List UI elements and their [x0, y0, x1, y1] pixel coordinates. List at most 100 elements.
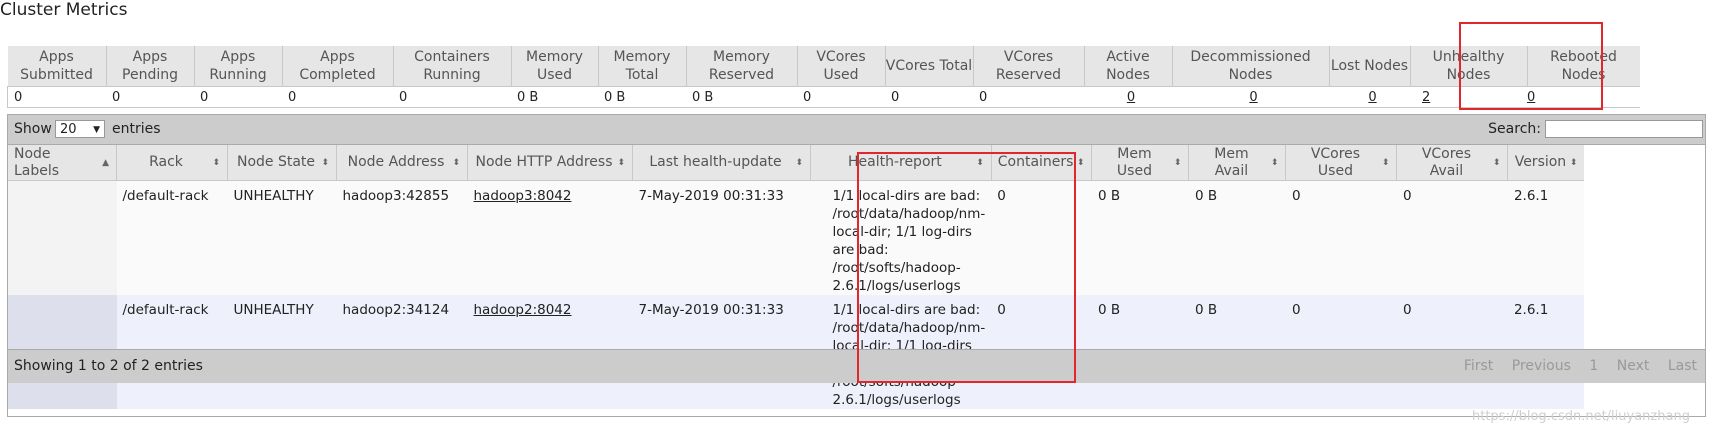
- column-header-node-labels[interactable]: Node Labels ▲: [8, 145, 117, 181]
- column-header-mem-used[interactable]: Mem Used ⬍: [1091, 145, 1189, 181]
- sort-icon: ⬍: [1569, 158, 1578, 168]
- entries-select[interactable]: 20 ▼: [55, 120, 105, 138]
- metrics-header: Containers Running: [392, 46, 511, 87]
- entries-label: entries: [112, 121, 161, 137]
- column-header-vcores-avail[interactable]: VCores Avail ⬍: [1396, 145, 1508, 181]
- column-label: Last health-update: [649, 154, 782, 170]
- page-number-button[interactable]: 1: [1589, 358, 1598, 374]
- chevron-down-icon: ▼: [93, 125, 100, 135]
- decommissioned-nodes-cell: 0: [1172, 86, 1329, 108]
- node-http-link[interactable]: hadoop3:8042: [474, 188, 572, 204]
- metrics-header: Apps Completed: [281, 46, 393, 87]
- sort-icon: ⬍: [1492, 158, 1501, 168]
- metrics-header: Apps Pending: [105, 46, 194, 87]
- cluster-metrics-table: Apps Submitted Apps Pending Apps Running…: [7, 46, 1640, 108]
- column-header-version[interactable]: Version ⬍: [1507, 145, 1585, 181]
- metrics-header: Memory Reserved: [685, 46, 797, 87]
- metrics-header: Apps Submitted: [7, 46, 106, 87]
- active-nodes-link[interactable]: 0: [1127, 90, 1135, 105]
- decommissioned-nodes-link[interactable]: 0: [1249, 90, 1257, 105]
- highlight-box-unhealthy-nodes: [1459, 22, 1603, 110]
- entries-info: Showing 1 to 2 of 2 entries: [14, 358, 203, 374]
- vcores-avail-cell: 0: [1396, 180, 1508, 295]
- first-page-button[interactable]: First: [1464, 358, 1493, 374]
- sort-asc-icon: ▲: [102, 158, 109, 168]
- version-cell: 2.6.1: [1507, 180, 1585, 295]
- memory-used-value: 0 B: [511, 86, 598, 108]
- metrics-header: Active Nodes: [1083, 46, 1172, 87]
- metrics-header: Lost Nodes: [1328, 46, 1410, 87]
- apps-pending-value: 0: [106, 86, 194, 108]
- column-label: Node HTTP Address: [475, 154, 613, 170]
- vcores-total-value: 0: [885, 86, 973, 108]
- column-label: Version: [1514, 154, 1567, 170]
- memory-total-value: 0 B: [598, 86, 686, 108]
- column-label: Node Labels: [14, 145, 60, 179]
- last-health-update-cell: 7-May-2019 00:31:33: [632, 180, 811, 295]
- active-nodes-cell: 0: [1084, 86, 1172, 108]
- column-label: VCores Used: [1310, 145, 1361, 179]
- search-label: Search:: [1488, 121, 1541, 137]
- rack-cell: /default-rack: [116, 180, 228, 295]
- column-header-rack[interactable]: Rack ⬍: [116, 145, 228, 181]
- metrics-header-row: Apps Submitted Apps Pending Apps Running…: [7, 46, 1640, 87]
- column-label: Mem Avail: [1214, 145, 1249, 179]
- column-label: Rack: [149, 154, 183, 170]
- node-http-link[interactable]: hadoop2:8042: [474, 302, 572, 318]
- metrics-header: Memory Used: [510, 46, 598, 87]
- metrics-header: Decommissioned Nodes: [1171, 46, 1329, 87]
- sort-icon: ⬍: [452, 158, 460, 168]
- nodes-header-row: Node Labels ▲ Rack ⬍ Node State ⬍ Node Addr…: [8, 145, 1585, 181]
- last-page-button[interactable]: Last: [1668, 358, 1697, 374]
- column-header-node-address[interactable]: Node Address ⬍: [336, 145, 468, 181]
- show-label: Show: [14, 121, 52, 137]
- metrics-header: VCores Used: [796, 46, 885, 87]
- apps-submitted-value: 0: [7, 86, 106, 108]
- lost-nodes-cell: 0: [1329, 86, 1410, 108]
- entries-select-value: 20: [60, 122, 77, 137]
- column-header-node-http-address[interactable]: Node HTTP Address ⬍: [467, 145, 633, 181]
- containers-running-value: 0: [393, 86, 511, 108]
- next-page-button[interactable]: Next: [1617, 358, 1650, 374]
- previous-page-button[interactable]: Previous: [1512, 358, 1571, 374]
- sort-icon: ⬍: [321, 158, 329, 168]
- search-input[interactable]: [1545, 120, 1703, 138]
- metrics-header: VCores Total: [884, 46, 973, 87]
- apps-running-value: 0: [194, 86, 282, 108]
- pagination: First Previous 1 Next Last: [1450, 358, 1697, 374]
- unhealthy-nodes-link[interactable]: 2: [1422, 90, 1430, 105]
- column-header-vcores-used[interactable]: VCores Used ⬍: [1285, 145, 1397, 181]
- memory-reserved-value: 0 B: [686, 86, 797, 108]
- mem-avail-cell: 0 B: [1188, 180, 1286, 295]
- lost-nodes-link[interactable]: 0: [1368, 90, 1376, 105]
- metrics-header: Memory Total: [597, 46, 686, 87]
- column-header-mem-avail[interactable]: Mem Avail ⬍: [1188, 145, 1286, 181]
- node-state-cell: UNHEALTHY: [227, 180, 337, 295]
- column-label: Node State: [236, 154, 316, 170]
- sort-icon: ⬍: [1270, 158, 1279, 168]
- column-header-last-health-update[interactable]: Last health-update ⬍: [632, 145, 811, 181]
- column-label: Mem Used: [1116, 145, 1152, 179]
- vcores-reserved-value: 0: [973, 86, 1084, 108]
- table-row: /default-rack UNHEALTHY hadoop3:42855 ha…: [8, 180, 1585, 295]
- table-toolbar: Show 20 ▼ entries Search:: [8, 115, 1705, 145]
- column-label: Node Address: [347, 154, 445, 170]
- sort-icon: ⬍: [617, 158, 625, 168]
- watermark: https://blog.csdn.net/liuyanzhang: [1472, 409, 1690, 424]
- sort-icon: ⬍: [1173, 158, 1182, 168]
- vcores-used-value: 0: [797, 86, 885, 108]
- metrics-value-row: 0 0 0 0 0 0 B 0 B 0 B 0 0 0 0 0 0 2 0: [7, 86, 1640, 108]
- vcores-used-cell: 0: [1285, 180, 1397, 295]
- mem-used-cell: 0 B: [1091, 180, 1189, 295]
- highlight-box-health-report: [857, 152, 1076, 383]
- sort-icon: ⬍: [212, 158, 220, 168]
- sort-icon: ⬍: [1076, 158, 1085, 168]
- column-header-node-state[interactable]: Node State ⬍: [227, 145, 337, 181]
- node-address-cell: hadoop3:42855: [336, 180, 468, 295]
- page-title: Cluster Metrics: [0, 0, 128, 20]
- sort-icon: ⬍: [1381, 158, 1390, 168]
- node-http-address-cell: hadoop3:8042: [467, 180, 633, 295]
- sort-icon: ⬍: [795, 158, 803, 168]
- metrics-header: VCores Reserved: [972, 46, 1084, 87]
- apps-completed-value: 0: [282, 86, 393, 108]
